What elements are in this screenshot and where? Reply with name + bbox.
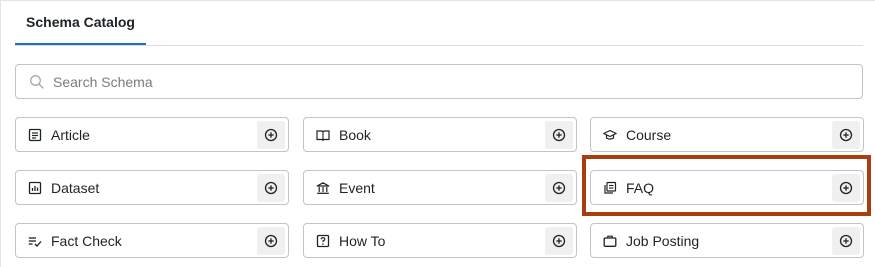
add-circle-icon[interactable] xyxy=(832,226,860,255)
schema-item-dataset[interactable]: Dataset xyxy=(15,170,289,205)
faq-icon xyxy=(603,181,617,195)
schema-item-faq[interactable]: FAQ xyxy=(590,170,864,205)
job-posting-icon xyxy=(603,234,617,248)
schema-catalog-panel: Schema Catalog Article Book Course xyxy=(0,0,875,267)
add-circle-icon[interactable] xyxy=(545,120,573,149)
add-circle-icon[interactable] xyxy=(545,173,573,202)
dataset-icon xyxy=(28,181,42,195)
event-icon xyxy=(316,181,330,195)
schema-item-label: Dataset xyxy=(51,179,100,196)
add-circle-icon[interactable] xyxy=(257,173,285,202)
schema-item-label: Course xyxy=(626,126,672,143)
article-icon xyxy=(28,128,42,142)
add-circle-icon[interactable] xyxy=(545,226,573,255)
schema-item-label: FAQ xyxy=(626,179,655,196)
schema-item-label: Fact Check xyxy=(51,232,122,249)
fact-check-icon xyxy=(28,234,42,248)
search-icon xyxy=(29,74,45,90)
schema-item-book[interactable]: Book xyxy=(303,117,577,152)
schema-item-article[interactable]: Article xyxy=(15,117,289,152)
schema-item-label: How To xyxy=(339,232,386,249)
schema-item-course[interactable]: Course xyxy=(590,117,864,152)
add-circle-icon[interactable] xyxy=(257,226,285,255)
how-to-icon xyxy=(316,234,330,248)
add-circle-icon[interactable] xyxy=(257,120,285,149)
schema-item-label: Article xyxy=(51,126,90,143)
schema-item-label: Job Posting xyxy=(626,232,700,249)
add-circle-icon[interactable] xyxy=(832,173,860,202)
schema-item-label: Book xyxy=(339,126,371,143)
schema-item-how-to[interactable]: How To xyxy=(303,223,577,258)
book-icon xyxy=(316,128,330,142)
schema-item-label: Event xyxy=(339,179,375,196)
search-box[interactable] xyxy=(15,64,863,99)
tab-bar: Schema Catalog xyxy=(15,1,863,46)
schema-item-event[interactable]: Event xyxy=(303,170,577,205)
tab-schema-catalog[interactable]: Schema Catalog xyxy=(15,1,146,45)
course-icon xyxy=(603,128,617,142)
schema-item-job-posting[interactable]: Job Posting xyxy=(590,223,864,258)
add-circle-icon[interactable] xyxy=(832,120,860,149)
schema-item-fact-check[interactable]: Fact Check xyxy=(15,223,289,258)
search-input[interactable] xyxy=(53,66,862,97)
